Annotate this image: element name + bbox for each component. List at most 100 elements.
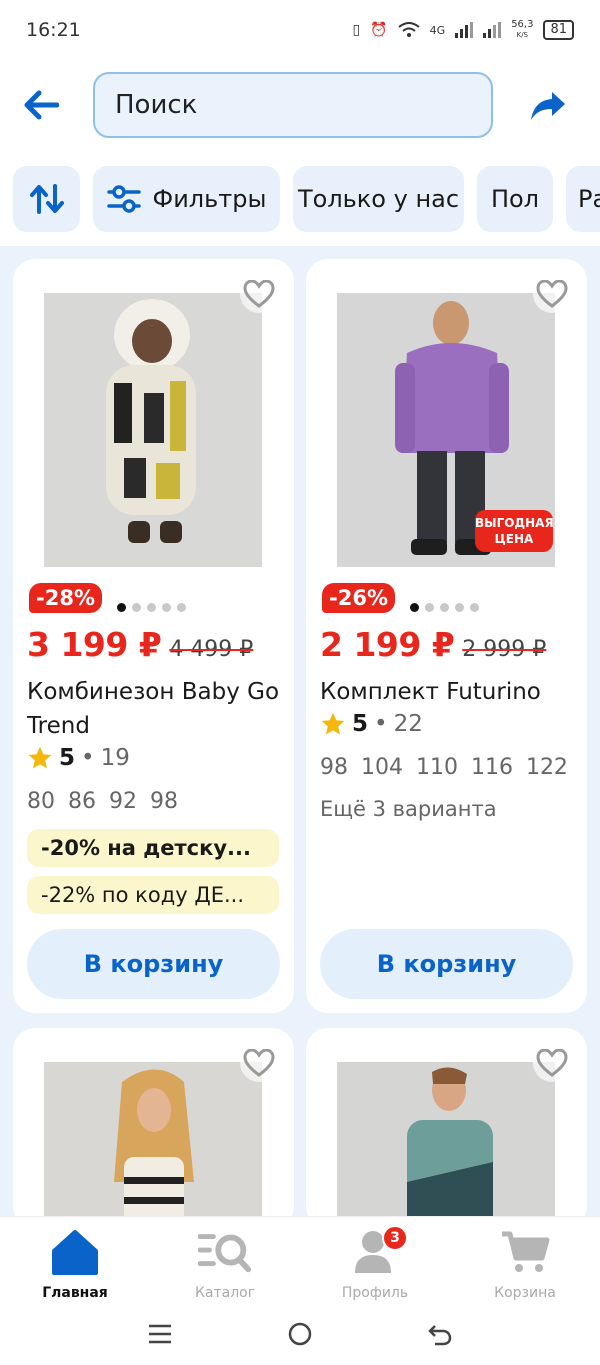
status-time: 16:21 [26, 19, 81, 41]
pager-dot [117, 603, 126, 612]
product-photo [44, 1062, 262, 1216]
chip-size[interactable]: Ра [566, 166, 600, 232]
nav-cart[interactable]: Корзина [450, 1227, 600, 1307]
battery-icon: 81 [543, 20, 574, 40]
status-icons: ▯ ⏰ 4G 56,3 K/S 81 [352, 19, 574, 40]
back-button[interactable] [18, 82, 64, 128]
home-system-button[interactable] [287, 1321, 313, 1351]
back-system-button[interactable] [427, 1322, 453, 1350]
share-button[interactable] [526, 84, 570, 128]
product-image[interactable] [44, 1062, 262, 1216]
chip-exclusive[interactable]: Только у нас [293, 166, 464, 232]
search-input[interactable]: Поиск [93, 72, 493, 138]
image-pager [410, 603, 479, 612]
product-title: Комплект Futurino [320, 679, 541, 705]
nav-label: Корзина [494, 1285, 556, 1301]
circle-icon [288, 1322, 312, 1345]
product-card[interactable] [13, 1028, 294, 1216]
pager-dot [455, 603, 464, 612]
status-bar: 16:21 ▯ ⏰ 4G 56,3 K/S 81 [0, 0, 600, 60]
sort-icon [29, 184, 64, 214]
old-price: 2 999 ₽ [462, 637, 547, 662]
product-title: Комбинезон Baby Go Trend [27, 679, 280, 739]
profile-icon: 3 [348, 1225, 408, 1277]
star-icon [321, 712, 345, 735]
share-arrow-icon [531, 92, 565, 120]
filter-chips: Фильтры Только у нас Пол Ра [13, 166, 600, 234]
net-speed: 56,3 K/S [511, 19, 534, 40]
more-variants-link[interactable]: Ещё 3 варианта [320, 797, 497, 821]
add-to-cart-button[interactable]: В корзину [27, 929, 280, 999]
filters-icon [106, 185, 141, 213]
nav-home[interactable]: Главная [0, 1227, 150, 1307]
favorite-button[interactable] [240, 1044, 278, 1082]
recents-button[interactable] [147, 1323, 173, 1349]
chip-gender[interactable]: Пол [477, 166, 553, 232]
bottom-navigation: Главная Каталог 3 Профиль Корзина [0, 1216, 600, 1306]
discount-badge: -28% [29, 583, 102, 613]
alarm-icon: ⏰ [370, 22, 388, 38]
rating-value: 5 [352, 711, 369, 737]
favorite-button[interactable] [240, 275, 278, 313]
pager-dot [147, 603, 156, 612]
chip-label: Пол [490, 185, 540, 213]
product-card[interactable]: ВЫГОДНАЯ ЦЕНА -26% 2 199 ₽ 2 999 ₽ Компл… [306, 259, 587, 1013]
product-card[interactable] [306, 1028, 587, 1216]
price-row: 3 199 ₽ 4 499 ₽ [27, 625, 253, 664]
heart-icon [536, 1049, 568, 1077]
menu-icon [149, 1324, 171, 1343]
add-to-cart-button[interactable]: В корзину [320, 929, 573, 999]
vibrate-icon: ▯ [352, 22, 361, 38]
wifi-icon [398, 22, 420, 37]
sort-button[interactable] [13, 166, 80, 232]
nav-catalog[interactable]: Каталог [150, 1227, 300, 1307]
old-price: 4 499 ₽ [169, 637, 254, 662]
chip-label: Ра [578, 185, 600, 213]
system-navigation [0, 1306, 600, 1365]
catalog-search-icon [198, 1227, 252, 1277]
favorite-button[interactable] [533, 275, 571, 313]
favorite-button[interactable] [533, 1044, 571, 1082]
pager-dot [410, 603, 419, 612]
pager-dot [425, 603, 434, 612]
cart-icon [498, 1227, 552, 1277]
nav-label: Главная [42, 1285, 108, 1301]
product-image[interactable] [44, 293, 262, 567]
pager-dot [132, 603, 141, 612]
product-grid: -28% 3 199 ₽ 4 499 ₽ Комбинезон Baby Go … [0, 246, 600, 1216]
search-placeholder: Поиск [115, 90, 198, 120]
nav-profile[interactable]: 3 Профиль [300, 1225, 450, 1307]
chip-filters[interactable]: Фильтры [93, 166, 280, 232]
signal-icon-2 [483, 22, 502, 38]
pager-dot [162, 603, 171, 612]
product-image[interactable] [337, 1062, 555, 1216]
price-row: 2 199 ₽ 2 999 ₽ [320, 625, 546, 664]
size-list: 98 104 110 116 122 [320, 755, 568, 780]
price: 3 199 ₽ [27, 625, 162, 664]
image-pager [117, 603, 186, 612]
back-icon [428, 1324, 452, 1345]
rating-sep: • [81, 745, 95, 771]
promo-tag[interactable]: -22% по коду ДЕ... [27, 876, 279, 914]
heart-icon [243, 1049, 275, 1077]
best-price-badge: ВЫГОДНАЯ ЦЕНА [475, 510, 554, 552]
heart-icon [243, 280, 275, 308]
size-list: 80 86 92 98 [27, 789, 178, 814]
notification-badge: 3 [382, 1225, 408, 1251]
rating-sep: • [374, 711, 388, 737]
rating-value: 5 [59, 745, 76, 771]
nav-label: Профиль [341, 1285, 409, 1301]
product-card[interactable]: -28% 3 199 ₽ 4 499 ₽ Комбинезон Baby Go … [13, 259, 294, 1013]
rating: 5 • 22 [320, 711, 423, 737]
pager-dot [440, 603, 449, 612]
review-count: 22 [393, 711, 423, 737]
price: 2 199 ₽ [320, 625, 455, 664]
search-header: Поиск [0, 72, 600, 140]
promo-tag[interactable]: -20% на детску... [27, 829, 279, 867]
pager-dot [470, 603, 479, 612]
product-photo [337, 1062, 555, 1216]
chip-label: Фильтры [152, 185, 267, 213]
network-type: 4G [429, 23, 446, 37]
star-icon [28, 746, 52, 769]
review-count: 19 [100, 745, 130, 771]
